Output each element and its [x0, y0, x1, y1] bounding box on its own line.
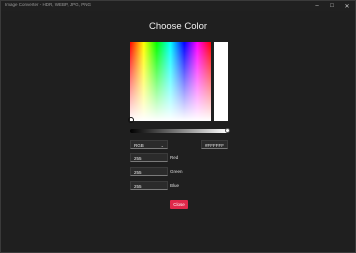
green-label: Green — [170, 169, 183, 174]
close-button[interactable]: Close — [170, 200, 188, 209]
blue-input[interactable]: 255 — [130, 181, 168, 190]
hex-input[interactable]: #FFFFFF — [201, 140, 228, 149]
minimize-icon[interactable]: – — [309, 1, 325, 11]
red-label: Red — [170, 155, 179, 160]
green-channel-row: 255 Green — [130, 167, 200, 176]
color-mode-value: RGB — [134, 143, 144, 148]
slider-thumb[interactable] — [225, 128, 230, 133]
blue-label: Blue — [170, 183, 180, 188]
title-bar: Image Converter - HDR, WEBP, JPG, PNG – … — [1, 1, 355, 11]
brightness-slider[interactable] — [130, 128, 230, 133]
color-preview — [214, 42, 228, 121]
dialog-title: Choose Color — [148, 21, 208, 32]
spectrum-selector-handle[interactable] — [128, 117, 134, 123]
color-spectrum[interactable] — [128, 42, 211, 123]
color-mode-select[interactable]: RGB ⌄ — [130, 140, 168, 149]
green-input[interactable]: 255 — [130, 167, 168, 176]
red-channel-row: 255 Red — [130, 153, 200, 162]
window-title: Image Converter - HDR, WEBP, JPG, PNG — [5, 2, 91, 7]
maximize-icon[interactable]: □ — [324, 1, 340, 11]
red-input[interactable]: 255 — [130, 153, 168, 162]
chevron-down-icon: ⌄ — [160, 143, 164, 148]
app-window: Image Converter - HDR, WEBP, JPG, PNG – … — [0, 0, 356, 253]
close-window-icon[interactable]: ✕ — [339, 1, 355, 11]
blue-channel-row: 255 Blue — [130, 181, 200, 190]
